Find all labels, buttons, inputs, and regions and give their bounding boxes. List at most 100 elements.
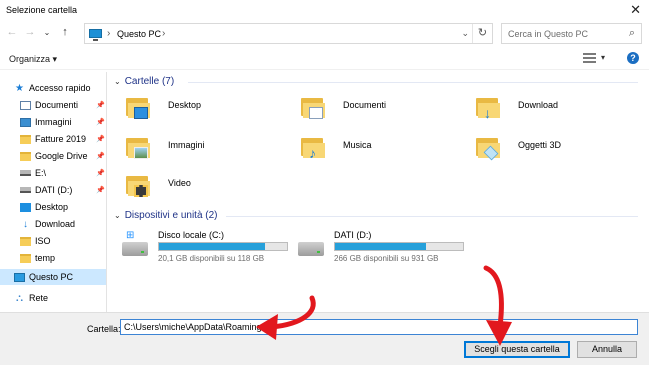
pictures-folder-icon [126, 136, 154, 160]
sidebar-item-label: ISO [35, 236, 51, 246]
desktop-icon [20, 202, 31, 212]
sidebar-item-label: E:\ [35, 168, 47, 178]
folder-label: Musica [343, 140, 372, 150]
download-icon: ↓ [23, 218, 28, 230]
sidebar-item-questo-pc[interactable]: Questo PC [0, 269, 106, 285]
drive-name: DATI (D:) [334, 230, 372, 240]
drive-icon [298, 242, 324, 256]
pin-icon: 📌 [96, 136, 105, 143]
star-icon: ★ [15, 82, 24, 94]
folder-label: Documenti [343, 100, 387, 110]
computer-icon [14, 272, 25, 282]
folder-item-documenti[interactable]: Documenti [301, 94, 471, 130]
command-bar: Organizza ▾ ▾ ? [0, 48, 649, 70]
sidebar-item-e-drive[interactable]: E:\ [20, 165, 106, 181]
video-folder-icon [126, 174, 154, 198]
navigation-bar: ← → ⌄ ↑ › Questo PC › ⌄ ↻ Cerca in Quest… [0, 22, 649, 46]
close-icon[interactable]: ✕ [630, 2, 641, 18]
drive-icon [20, 187, 31, 193]
organize-button[interactable]: Organizza ▾ [9, 54, 57, 65]
search-placeholder: Cerca in Questo PC [508, 29, 589, 39]
group-label: Cartelle (7) [124, 76, 175, 87]
folder-icon [126, 96, 154, 120]
back-arrow-icon[interactable]: ← [5, 26, 19, 38]
pin-icon: 📌 [96, 153, 105, 160]
folder-item-video[interactable]: Video [126, 172, 296, 208]
group-label: Dispositivi e unità (2) [124, 210, 218, 221]
pin-icon: 📌 [96, 187, 105, 194]
navigation-pane: ★ Accesso rapido Documenti 📌 Immagini 📌 … [0, 72, 107, 312]
group-header-folders[interactable]: ⌄ Cartelle (7) [114, 76, 174, 87]
pin-icon: 📌 [96, 102, 105, 109]
sidebar-item-download[interactable]: ↓ Download [20, 216, 106, 232]
sidebar-item-label: Desktop [35, 202, 69, 212]
recent-locations-chevron-icon[interactable]: ⌄ [40, 28, 54, 37]
sidebar-item-label: temp [35, 253, 56, 263]
chevron-down-icon[interactable]: ⌄ [114, 211, 121, 220]
folder-label: Immagini [168, 140, 205, 150]
drive-icon [122, 242, 148, 256]
folder-label: Desktop [168, 100, 202, 110]
3d-objects-folder-icon [476, 136, 504, 161]
dialog-footer: Cartella: C:\Users\miche\AppData\Roaming… [0, 312, 649, 365]
sidebar-item-label: DATI (D:) [35, 185, 73, 195]
pictures-icon [20, 117, 31, 127]
documents-folder-icon [301, 96, 329, 120]
sidebar-item-label: Accesso rapido [29, 83, 91, 93]
select-folder-button[interactable]: Scegli questa cartella [464, 341, 570, 358]
chevron-down-icon[interactable]: ⌄ [461, 28, 469, 39]
folder-item-musica[interactable]: ♪ Musica [301, 134, 471, 170]
sidebar-item-google-drive[interactable]: Google Drive [20, 148, 106, 164]
drive-free-space: 20,1 GB disponibili su 118 GB [158, 254, 265, 263]
folder-item-oggetti-3d[interactable]: Oggetti 3D [476, 134, 646, 170]
forward-arrow-icon[interactable]: → [23, 26, 37, 38]
view-options-icon[interactable] [583, 53, 596, 63]
drive-item-c[interactable]: ⊞ Disco locale (C:) 20,1 GB disponibili … [122, 230, 292, 266]
up-arrow-icon[interactable]: ↑ [58, 26, 72, 38]
folder-label: Oggetti 3D [518, 140, 562, 150]
windows-logo-icon: ⊞ [126, 230, 135, 241]
pin-icon: 📌 [96, 119, 105, 126]
group-divider [188, 82, 638, 83]
music-folder-icon: ♪ [301, 136, 329, 160]
search-input[interactable]: Cerca in Questo PC ⌕ [501, 23, 642, 44]
folder-item-download[interactable]: ↓ Download [476, 94, 646, 130]
folder-icon [20, 134, 31, 144]
pin-icon: 📌 [96, 170, 105, 177]
folder-icon [20, 236, 31, 246]
drive-usage-bar [334, 242, 464, 251]
chevron-right-icon[interactable]: › [162, 28, 165, 39]
sidebar-item-rete[interactable]: ⛬ Rete [14, 290, 104, 306]
sidebar-item-iso[interactable]: ISO [20, 233, 106, 249]
sidebar-item-immagini[interactable]: Immagini [20, 114, 106, 130]
sidebar-item-documenti[interactable]: Documenti [20, 97, 106, 113]
folder-label: Download [518, 100, 559, 110]
drive-usage-bar [158, 242, 288, 251]
sidebar-item-temp[interactable]: temp [20, 250, 106, 266]
group-header-drives[interactable]: ⌄ Dispositivi e unità (2) [114, 210, 218, 221]
folder-path-input[interactable]: C:\Users\miche\AppData\Roaming [120, 319, 638, 335]
folder-field-label: Cartella: [87, 324, 121, 334]
search-icon: ⌕ [628, 27, 635, 39]
cancel-button[interactable]: Annulla [577, 341, 637, 358]
chevron-right-icon[interactable]: › [107, 28, 110, 39]
sidebar-item-label: Fatture 2019 [35, 134, 87, 144]
drive-item-d[interactable]: DATI (D:) 266 GB disponibili su 931 GB [298, 230, 468, 266]
folder-item-desktop[interactable]: Desktop [126, 94, 296, 130]
file-list: ⌄ Cartelle (7) Desktop Documenti ↓ Downl… [108, 72, 649, 312]
window-title: Selezione cartella [6, 5, 78, 15]
drive-name: Disco locale (C:) [158, 230, 225, 240]
sidebar-item-desktop[interactable]: Desktop [20, 199, 106, 215]
refresh-icon[interactable]: ↻ [472, 24, 492, 43]
chevron-down-icon[interactable]: ▾ [601, 53, 605, 62]
address-bar[interactable]: › Questo PC › ⌄ ↻ [84, 23, 493, 44]
sidebar-item-dati-d[interactable]: DATI (D:) [20, 182, 106, 198]
network-icon: ⛬ [16, 292, 23, 304]
folder-item-immagini[interactable]: Immagini [126, 134, 296, 170]
breadcrumb[interactable]: Questo PC [117, 29, 161, 39]
sidebar-item-quick-access[interactable]: ★ Accesso rapido [14, 80, 118, 96]
sidebar-item-label: Rete [29, 293, 49, 303]
chevron-down-icon[interactable]: ⌄ [114, 77, 121, 86]
help-icon[interactable]: ? [627, 52, 639, 64]
sidebar-item-fatture-2019[interactable]: Fatture 2019 [20, 131, 106, 147]
